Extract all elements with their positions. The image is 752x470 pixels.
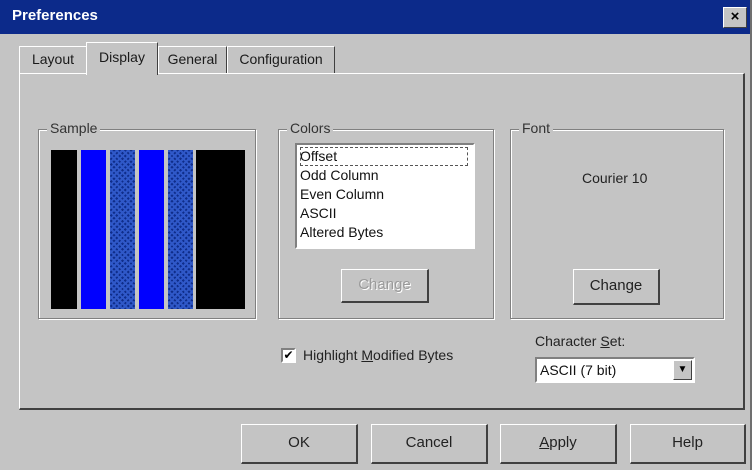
font-change-button-label: Change (589, 277, 643, 294)
dropdown-button[interactable]: ▼ (673, 360, 692, 380)
colors-change-button[interactable]: Change (341, 269, 429, 303)
apply-button[interactable]: Apply (500, 424, 617, 464)
help-button-label: Help (672, 434, 703, 451)
tab-layout-label: Layout (31, 51, 75, 67)
apply-button-label: pply (549, 434, 577, 451)
sample-bar-ascii (196, 150, 245, 309)
charset-label-mnemonic: S (600, 333, 610, 349)
close-icon: × (730, 8, 740, 25)
tab-display[interactable]: Display (86, 42, 158, 75)
sample-bar-even-column (110, 150, 135, 309)
charset-label-text: Character (535, 333, 601, 349)
colors-list-item[interactable]: Odd Column (300, 166, 379, 185)
highlight-modified-label[interactable]: Highlight Modified Bytes (303, 347, 453, 363)
colors-list-item[interactable]: Offset (300, 147, 468, 166)
highlight-label-mnemonic: M (361, 347, 374, 363)
highlight-label-text-rest: odified Bytes (373, 347, 454, 363)
help-button[interactable]: Help (630, 424, 746, 464)
character-set-select[interactable]: ASCII (7 bit) ▼ (535, 357, 695, 383)
colors-list-item[interactable]: ASCII (300, 204, 337, 223)
sample-bar-offset (51, 150, 77, 309)
font-name-value: Courier 10 (582, 170, 648, 186)
cancel-button-label: Cancel (405, 434, 453, 451)
apply-button-mnemonic: A (539, 434, 550, 451)
character-set-label: Character Set: (535, 333, 625, 349)
cancel-button[interactable]: Cancel (371, 424, 488, 464)
tab-general[interactable]: General (158, 46, 227, 73)
character-set-value: ASCII (7 bit) (540, 362, 617, 378)
tab-display-label: Display (99, 49, 145, 65)
tab-general-label: General (167, 51, 218, 67)
tab-configuration[interactable]: Configuration (227, 46, 335, 73)
colors-list-item[interactable]: Altered Bytes (300, 223, 383, 242)
colors-listbox[interactable]: Offset Odd Column Even Column ASCII Alte… (295, 143, 475, 249)
preferences-dialog: Preferences × Layout Display General Con… (0, 0, 752, 470)
ok-button-label: OK (288, 434, 310, 451)
charset-label-text-rest: et: (609, 333, 626, 349)
font-change-button[interactable]: Change (573, 269, 660, 305)
tab-layout[interactable]: Layout (19, 46, 87, 73)
highlight-modified-checkbox[interactable]: ✔ (281, 348, 296, 363)
chevron-down-icon: ▼ (677, 364, 688, 375)
sample-bar-odd-column-2 (139, 150, 164, 309)
window-title: Preferences (12, 7, 98, 24)
sample-bar-odd-column (81, 150, 106, 309)
tab-configuration-label: Configuration (239, 51, 323, 67)
ok-button[interactable]: OK (241, 424, 358, 464)
sample-bar-even-column-2 (168, 150, 193, 309)
colors-list-item[interactable]: Even Column (300, 185, 384, 204)
highlight-label-text: Highlight (303, 347, 362, 363)
check-icon: ✔ (283, 348, 294, 362)
close-button[interactable]: × (723, 7, 747, 28)
colors-group-label: Colors (287, 120, 334, 136)
font-group-label: Font (519, 120, 554, 136)
sample-group-label: Sample (47, 120, 101, 136)
title-bar[interactable]: Preferences × (0, 0, 750, 34)
colors-change-button-label: Change (358, 276, 411, 293)
